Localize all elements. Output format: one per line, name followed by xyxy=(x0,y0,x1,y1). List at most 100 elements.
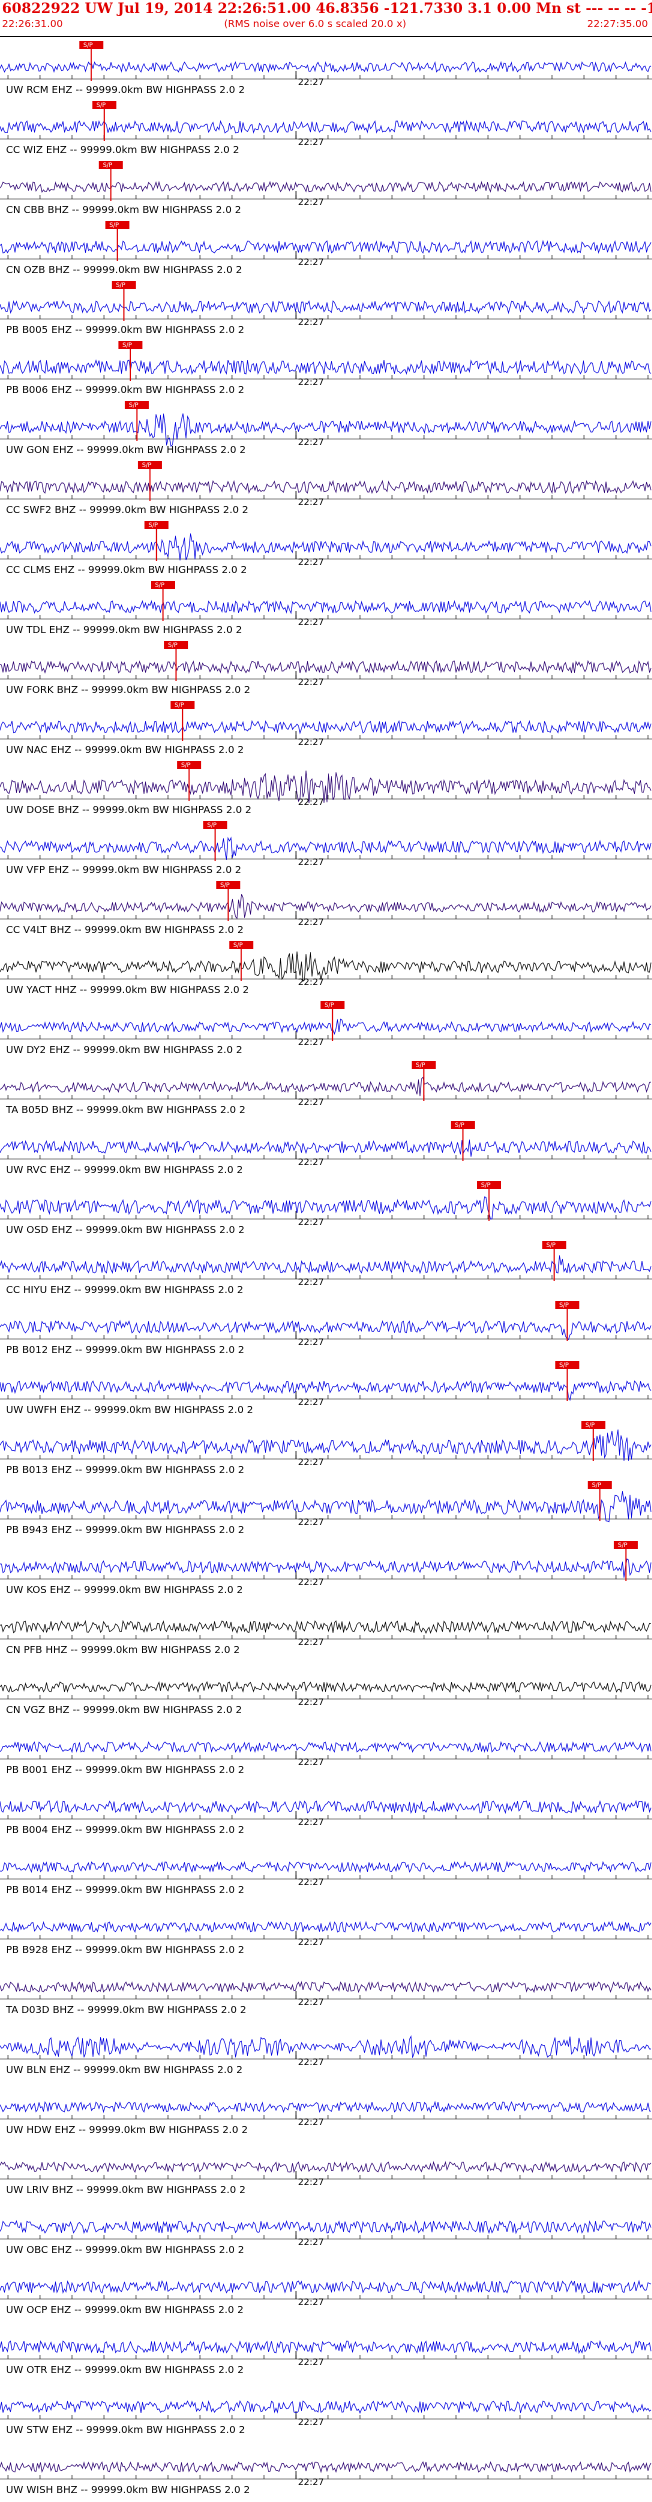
waveform xyxy=(0,1490,652,1523)
waveform xyxy=(0,1319,652,1341)
waveform xyxy=(0,836,652,861)
time-tick-label: 22:27 xyxy=(298,438,324,448)
trace-row: 22:27 CN CBB BHZ -- 99999.0km BW HIGHPASS… xyxy=(0,161,652,216)
time-tick-label: 22:27 xyxy=(298,2178,324,2188)
waveform xyxy=(0,770,652,804)
time-tick-label: 22:27 xyxy=(298,2058,324,2068)
trace-row: 22:27 UW DOSE BHZ -- 99999.0km BW HIGHPAS… xyxy=(0,761,652,816)
waveform xyxy=(0,1681,652,1693)
waveform xyxy=(0,1980,652,1994)
trace-row: 22:27 UW LRIV BHZ -- 99999.0km BW HIGHPAS… xyxy=(0,2160,652,2196)
time-tick-label: 22:27 xyxy=(298,2298,324,2308)
time-tick-label: 22:27 xyxy=(298,2478,324,2488)
time-tick-label: 22:27 xyxy=(298,1218,324,1228)
waveform xyxy=(0,479,652,494)
time-tick-label: 22:27 xyxy=(298,1998,324,2008)
pick-label: S/P xyxy=(129,402,139,409)
waveform xyxy=(0,1255,652,1275)
trace-row: 22:27 CC HIYU EHZ -- 99999.0km BW HIGHPAS… xyxy=(0,1241,652,1296)
trace-row: 22:27 CC V4LT BHZ -- 99999.0km BW HIGHPAS… xyxy=(0,881,652,936)
station-label: UW DOSE BHZ -- 99999.0km BW HIGHPASS 2.0… xyxy=(6,805,252,816)
waveform xyxy=(0,1196,652,1220)
pick-label: S/P xyxy=(116,282,126,289)
pick-label: S/P xyxy=(416,1062,426,1069)
time-tick-label: 22:27 xyxy=(298,498,324,508)
waveform xyxy=(0,1799,652,1815)
station-label: PB B928 EHZ -- 99999.0km BW HIGHPASS 2.0… xyxy=(6,1945,244,1956)
time-tick-label: 22:27 xyxy=(298,1878,324,1888)
station-label: CN OZB BHZ -- 99999.0km BW HIGHPASS 2.0 … xyxy=(6,265,242,276)
station-label: CC HIYU EHZ -- 99999.0km BW HIGHPASS 2.0… xyxy=(6,1285,243,1296)
station-label: PB B013 EHZ -- 99999.0km BW HIGHPASS 2.0… xyxy=(6,1465,244,1476)
time-tick-label: 22:27 xyxy=(298,318,324,328)
waveform xyxy=(0,2035,651,2058)
station-label: UW VFP EHZ -- 99999.0km BW HIGHPASS 2.0 … xyxy=(6,865,241,876)
pick-label: S/P xyxy=(592,1482,602,1489)
pick-label: S/P xyxy=(559,1302,569,1309)
station-label: CN VGZ BHZ -- 99999.0km BW HIGHPASS 2.0 … xyxy=(6,1705,242,1716)
trace-row: 22:27 TA D03D BHZ -- 99999.0km BW HIGHPAS… xyxy=(0,1980,652,2016)
time-tick-label: 22:27 xyxy=(298,798,324,808)
time-tick-label: 22:27 xyxy=(298,918,324,928)
time-tick-label: 22:27 xyxy=(298,558,324,568)
trace-row: 22:27 PB B013 EHZ -- 99999.0km BW HIGHPAS… xyxy=(0,1421,652,1476)
waveform xyxy=(0,180,652,193)
rms-scaling-note: (RMS noise over 6.0 s scaled 20.0 x) xyxy=(224,19,407,30)
station-label: UW KOS EHZ -- 99999.0km BW HIGHPASS 2.0 … xyxy=(6,1585,243,1596)
time-tick-label: 22:27 xyxy=(298,618,324,628)
time-tick-label: 22:27 xyxy=(298,1518,324,1528)
time-tick-label: 22:27 xyxy=(298,738,324,748)
seismogram-panel: 22:27 UW RCM EHZ -- 99999.0km BW HIGHPASS… xyxy=(0,37,652,2498)
time-tick-label: 22:27 xyxy=(298,1818,324,1828)
time-tick-label: 22:27 xyxy=(298,978,324,988)
time-tick-label: 22:27 xyxy=(298,1698,324,1708)
time-tick-label: 22:27 xyxy=(298,1578,324,1588)
trace-row: 22:27 UW YACT HHZ -- 99999.0km BW HIGHPAS… xyxy=(0,941,652,996)
waveform xyxy=(0,2340,652,2355)
pick-label: S/P xyxy=(181,762,191,769)
header-bar: 60822922 UW Jul 19, 2014 22:26:51.00 46.… xyxy=(0,0,652,37)
waveform xyxy=(0,951,652,982)
station-label: UW NAC EHZ -- 99999.0km BW HIGHPASS 2.0 … xyxy=(6,745,244,756)
trace-row: 22:27 PB B014 EHZ -- 99999.0km BW HIGHPAS… xyxy=(0,1860,652,1896)
station-label: UW UWFH EHZ -- 99999.0km BW HIGHPASS 2.0… xyxy=(6,1405,253,1416)
time-tick-label: 22:27 xyxy=(298,1038,324,1048)
waveform xyxy=(0,2100,652,2114)
trace-row: 22:27 UW VFP EHZ -- 99999.0km BW HIGHPASS… xyxy=(0,821,652,876)
pick-label: S/P xyxy=(585,1422,595,1429)
station-label: UW OTR EHZ -- 99999.0km BW HIGHPASS 2.0 … xyxy=(6,2365,244,2376)
station-label: UW RVC EHZ -- 99999.0km BW HIGHPASS 2.0 … xyxy=(6,1165,243,1176)
pick-label: S/P xyxy=(546,1242,556,1249)
waveform xyxy=(0,2219,652,2235)
station-label: CC WIZ EHZ -- 99999.0km BW HIGHPASS 2.0 … xyxy=(6,145,239,156)
waveform xyxy=(0,2400,652,2414)
start-time: 22:26:31.00 xyxy=(2,19,63,30)
pick-label: S/P xyxy=(455,1122,465,1129)
trace-row: 22:27 TA B05D BHZ -- 99999.0km BW HIGHPAS… xyxy=(0,1061,652,1116)
pick-label: S/P xyxy=(96,102,106,109)
time-tick-label: 22:27 xyxy=(298,138,324,148)
trace-row: 22:27 PB B001 EHZ -- 99999.0km BW HIGHPAS… xyxy=(0,1740,652,1776)
station-label: CC CLMS EHZ -- 99999.0km BW HIGHPASS 2.0… xyxy=(6,565,247,576)
trace-row: 22:27 UW UWFH EHZ -- 99999.0km BW HIGHPAS… xyxy=(0,1361,652,1416)
time-tick-label: 22:27 xyxy=(298,1158,324,1168)
station-label: UW WISH BHZ -- 99999.0km BW HIGHPASS 2.0… xyxy=(6,2485,250,2496)
pick-label: S/P xyxy=(103,162,113,169)
trace-row: 22:27 UW BLN EHZ -- 99999.0km BW HIGHPASS… xyxy=(0,2035,652,2076)
pick-label: S/P xyxy=(142,462,152,469)
waveform xyxy=(0,1139,652,1157)
trace-row: 22:27 UW TDL EHZ -- 99999.0km BW HIGHPASS… xyxy=(0,581,652,636)
time-tick-label: 22:27 xyxy=(298,1638,324,1648)
trace-row: 22:27 PB B004 EHZ -- 99999.0km BW HIGHPAS… xyxy=(0,1799,652,1836)
trace-row: 22:27 PB B005 EHZ -- 99999.0km BW HIGHPAS… xyxy=(0,281,652,336)
time-tick-label: 22:27 xyxy=(298,678,324,688)
station-label: TA D03D BHZ -- 99999.0km BW HIGHPASS 2.0… xyxy=(5,2005,246,2016)
station-label: PB B001 EHZ -- 99999.0km BW HIGHPASS 2.0… xyxy=(6,1765,244,1776)
pick-label: S/P xyxy=(155,582,165,589)
trace-row: 22:27 UW NAC EHZ -- 99999.0km BW HIGHPASS… xyxy=(0,701,652,756)
trace-row: 22:27 UW DY2 EHZ -- 99999.0km BW HIGHPASS… xyxy=(0,1001,652,1056)
waveform xyxy=(0,119,652,134)
waveform xyxy=(0,893,652,920)
trace-row: 22:27 CN VGZ BHZ -- 99999.0km BW HIGHPASS… xyxy=(0,1681,652,1716)
station-label: PB B943 EHZ -- 99999.0km BW HIGHPASS 2.0… xyxy=(6,1525,244,1536)
